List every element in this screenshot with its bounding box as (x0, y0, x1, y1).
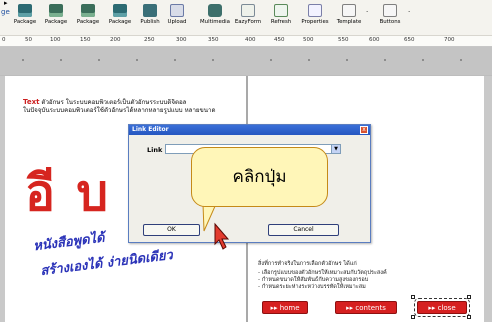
mouse-cursor-icon (214, 222, 230, 250)
callout-tail-cover (204, 203, 215, 206)
app-window: ge ▸ Package Package Package Package Pub… (0, 0, 492, 322)
